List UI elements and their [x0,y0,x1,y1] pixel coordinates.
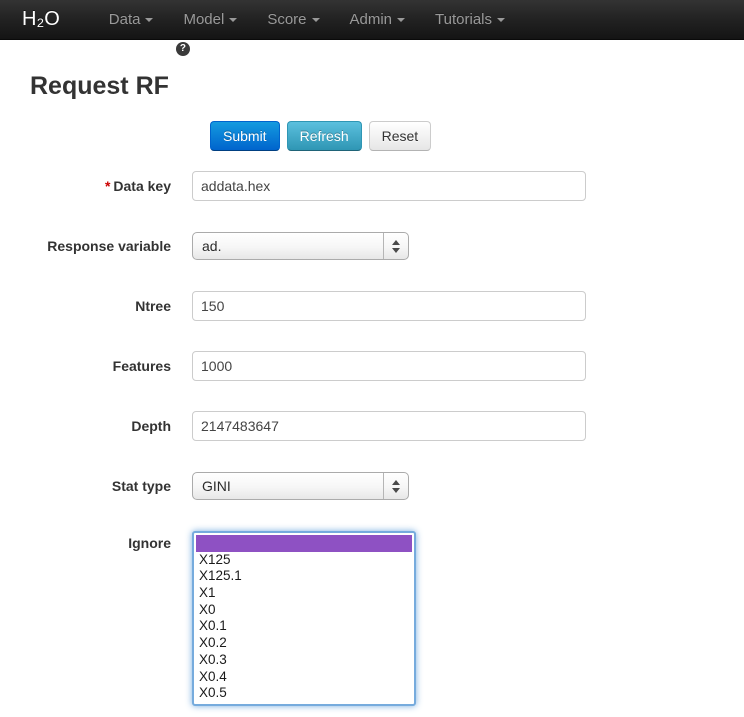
top-navbar: H₂O Data Model Score Admin Tutorials [0,0,744,40]
response-variable-label: Response variable [30,231,192,261]
select-stepper-icon [383,473,408,499]
nav-item-score[interactable]: Score [252,0,334,39]
nav-item-label: Score [267,11,306,28]
caret-down-icon [145,18,153,22]
stat-type-label: Stat type [30,471,192,501]
nav-item-label: Model [183,11,224,28]
ignore-option[interactable]: X0.1 [196,618,412,635]
page-title: Request RF [30,72,169,101]
features-input[interactable] [192,351,586,381]
caret-down-icon [497,18,505,22]
submit-button[interactable]: Submit [210,121,280,151]
ignore-option[interactable]: X125.1 [196,568,412,585]
ignore-option[interactable]: X125 [196,552,412,569]
stat-type-selected-value: GINI [193,478,383,494]
features-label: Features [30,351,192,381]
nav-item-label: Data [109,11,141,28]
form-row-depth: Depth [30,411,714,441]
nav-item-admin[interactable]: Admin [335,0,421,39]
nav-item-tutorials[interactable]: Tutorials [420,0,520,39]
ignore-option[interactable]: X0.5 [196,685,412,702]
select-stepper-icon [383,233,408,259]
depth-input[interactable] [192,411,586,441]
arrow-down-icon [392,488,400,493]
h2o-brand-logo[interactable]: H₂O [0,0,80,39]
ignore-option[interactable]: X0.4 [196,669,412,686]
nav-item-label: Tutorials [435,11,492,28]
form-row-data-key: *Data key [30,171,714,201]
caret-down-icon [312,18,320,22]
required-asterisk: * [105,178,110,194]
form-row-ignore: Ignore X125X125.1X1X0X0.1X0.2X0.3X0.4X0.… [30,531,714,706]
main-content: Request RF? Submit Refresh Reset *Data k… [0,40,744,706]
caret-down-icon [229,18,237,22]
form-row-response-variable: Response variable ad. [30,231,714,261]
form-row-ntree: Ntree [30,291,714,321]
nav-item-label: Admin [350,11,393,28]
ignore-label: Ignore [30,531,192,706]
response-variable-selected-value: ad. [193,238,383,254]
ignore-option[interactable]: X0.3 [196,652,412,669]
ntree-input[interactable] [192,291,586,321]
ignore-option[interactable]: X1 [196,585,412,602]
ignore-option[interactable]: X0 [196,602,412,619]
form-row-stat-type: Stat type GINI [30,471,714,501]
form-row-features: Features [30,351,714,381]
ignore-option[interactable] [196,535,412,552]
data-key-label: *Data key [30,171,192,201]
navbar-menu: Data Model Score Admin Tutorials [94,0,520,39]
refresh-button[interactable]: Refresh [287,121,362,151]
response-variable-select[interactable]: ad. [192,232,409,260]
ntree-label: Ntree [30,291,192,321]
caret-down-icon [397,18,405,22]
stat-type-select[interactable]: GINI [192,472,409,500]
reset-button[interactable]: Reset [369,121,432,151]
help-question-icon[interactable]: ? [176,42,190,56]
arrow-down-icon [392,248,400,253]
data-key-input[interactable] [192,171,586,201]
nav-item-model[interactable]: Model [168,0,252,39]
arrow-up-icon [392,240,400,245]
depth-label: Depth [30,411,192,441]
nav-item-data[interactable]: Data [94,0,169,39]
ignore-listbox[interactable]: X125X125.1X1X0X0.1X0.2X0.3X0.4X0.5 [192,531,416,706]
ignore-option[interactable]: X0.2 [196,635,412,652]
form-actions: Submit Refresh Reset [210,121,714,151]
arrow-up-icon [392,480,400,485]
